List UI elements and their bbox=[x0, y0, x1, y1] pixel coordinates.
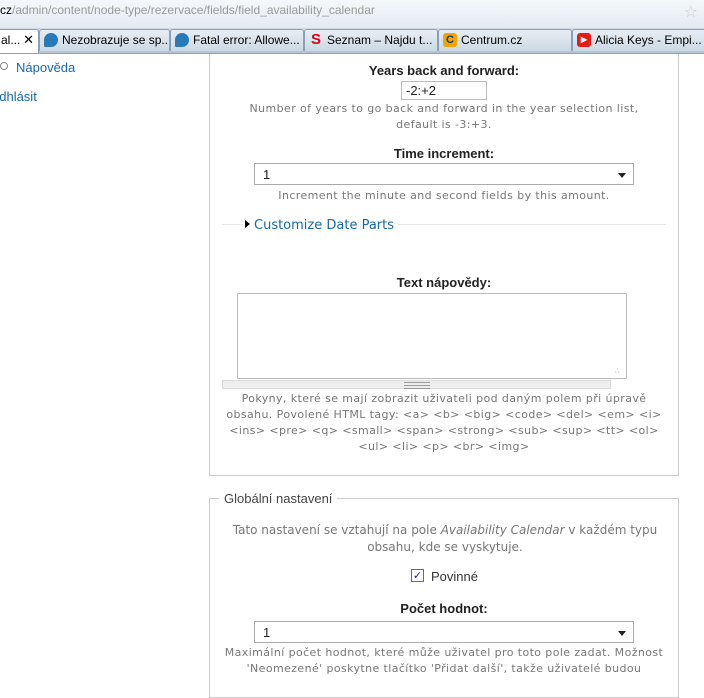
years-input[interactable] bbox=[401, 81, 487, 100]
youtube-favicon-icon: ▶ bbox=[577, 33, 591, 47]
global-settings-description: Tato nastavení se vztahují na pole Avail… bbox=[230, 522, 660, 556]
bullet-icon bbox=[0, 62, 8, 70]
drag-lines-icon bbox=[404, 382, 430, 389]
textarea-resize-handle[interactable] bbox=[222, 380, 611, 389]
years-description: Number of years to go back and forward i… bbox=[249, 102, 639, 131]
global-settings-legend: Globální nastavení bbox=[219, 491, 338, 506]
bookmark-star-icon[interactable]: ☆ bbox=[684, 2, 698, 21]
tab-seznam[interactable]: S Seznam – Najdu t... bbox=[304, 29, 438, 51]
tab-active[interactable]: al... ✕ bbox=[0, 29, 39, 53]
dropdown-arrow-icon bbox=[618, 631, 626, 636]
address-bar[interactable]: cz/admin/content/node-type/rezervace/fie… bbox=[0, 0, 704, 29]
url-host: cz bbox=[0, 3, 12, 17]
tab-title: Fatal error: Allowe... bbox=[193, 33, 300, 47]
resize-grip-icon[interactable]: ∴ bbox=[615, 367, 623, 375]
customize-date-parts-link[interactable]: Customize Date Parts bbox=[254, 218, 394, 233]
drupal-favicon-icon bbox=[44, 33, 58, 47]
seznam-favicon-icon: S bbox=[310, 31, 321, 48]
field-name: Availability Calendar bbox=[440, 523, 565, 537]
url-text[interactable]: cz/admin/content/node-type/rezervace/fie… bbox=[0, 3, 375, 17]
required-checkbox[interactable]: ✓ bbox=[411, 569, 424, 582]
time-increment-value: 1 bbox=[263, 167, 271, 182]
customize-date-parts[interactable]: Customize Date Parts bbox=[243, 218, 399, 233]
check-icon: ✓ bbox=[412, 569, 423, 582]
close-tab-icon[interactable]: ✕ bbox=[23, 32, 34, 48]
required-label[interactable]: Povinné bbox=[431, 569, 478, 584]
time-increment-description: Increment the minute and second fields b… bbox=[278, 189, 610, 202]
global-desc-before: Tato nastavení se vztahují na pole bbox=[232, 523, 441, 537]
tab-strip: al... ✕ Nezobrazuje se sp... Fatal error… bbox=[0, 28, 704, 54]
years-label: Years back and forward: bbox=[368, 63, 520, 78]
help-text-description: Pokyny, které se mají zobrazit uživateli… bbox=[226, 392, 662, 453]
help-text-label: Text nápovědy: bbox=[396, 275, 492, 290]
count-label: Počet hodnot: bbox=[400, 601, 488, 616]
url-path: /admin/content/node-type/rezervace/field… bbox=[12, 3, 375, 17]
tab-title: Seznam – Najdu t... bbox=[327, 33, 433, 47]
sidebar-link-napoveda[interactable]: Nápověda bbox=[16, 60, 75, 75]
tab-youtube[interactable]: ▶ Alicia Keys - Empi... bbox=[572, 29, 704, 51]
drupal-favicon-icon bbox=[175, 33, 189, 47]
tab-title: al... bbox=[1, 33, 21, 47]
tab-title: Alicia Keys - Empi... bbox=[595, 33, 702, 47]
expand-triangle-icon bbox=[245, 220, 250, 228]
sidebar-link-odhlasit[interactable]: odhlásit bbox=[0, 89, 37, 104]
time-increment-label: Time increment: bbox=[393, 146, 495, 161]
count-description: Maximální počet hodnot, které může uživa… bbox=[224, 646, 664, 675]
tab-title: Centrum.cz bbox=[461, 33, 523, 47]
tab-centrum[interactable]: C Centrum.cz bbox=[438, 29, 572, 51]
tab-fatal-error[interactable]: Fatal error: Allowe... bbox=[170, 29, 304, 51]
count-value: 1 bbox=[263, 625, 271, 640]
sidebar-item-napoveda[interactable]: Nápověda bbox=[0, 60, 75, 75]
time-increment-select[interactable]: 1 bbox=[254, 163, 634, 185]
tab-nezobrazuje[interactable]: Nezobrazuje se sp... bbox=[39, 29, 170, 51]
centrum-favicon-icon: C bbox=[443, 33, 457, 47]
count-select[interactable]: 1 bbox=[254, 621, 634, 643]
dropdown-arrow-icon bbox=[618, 173, 626, 178]
tab-title: Nezobrazuje se sp... bbox=[62, 33, 170, 47]
help-text-textarea[interactable]: ∴ bbox=[237, 293, 627, 379]
